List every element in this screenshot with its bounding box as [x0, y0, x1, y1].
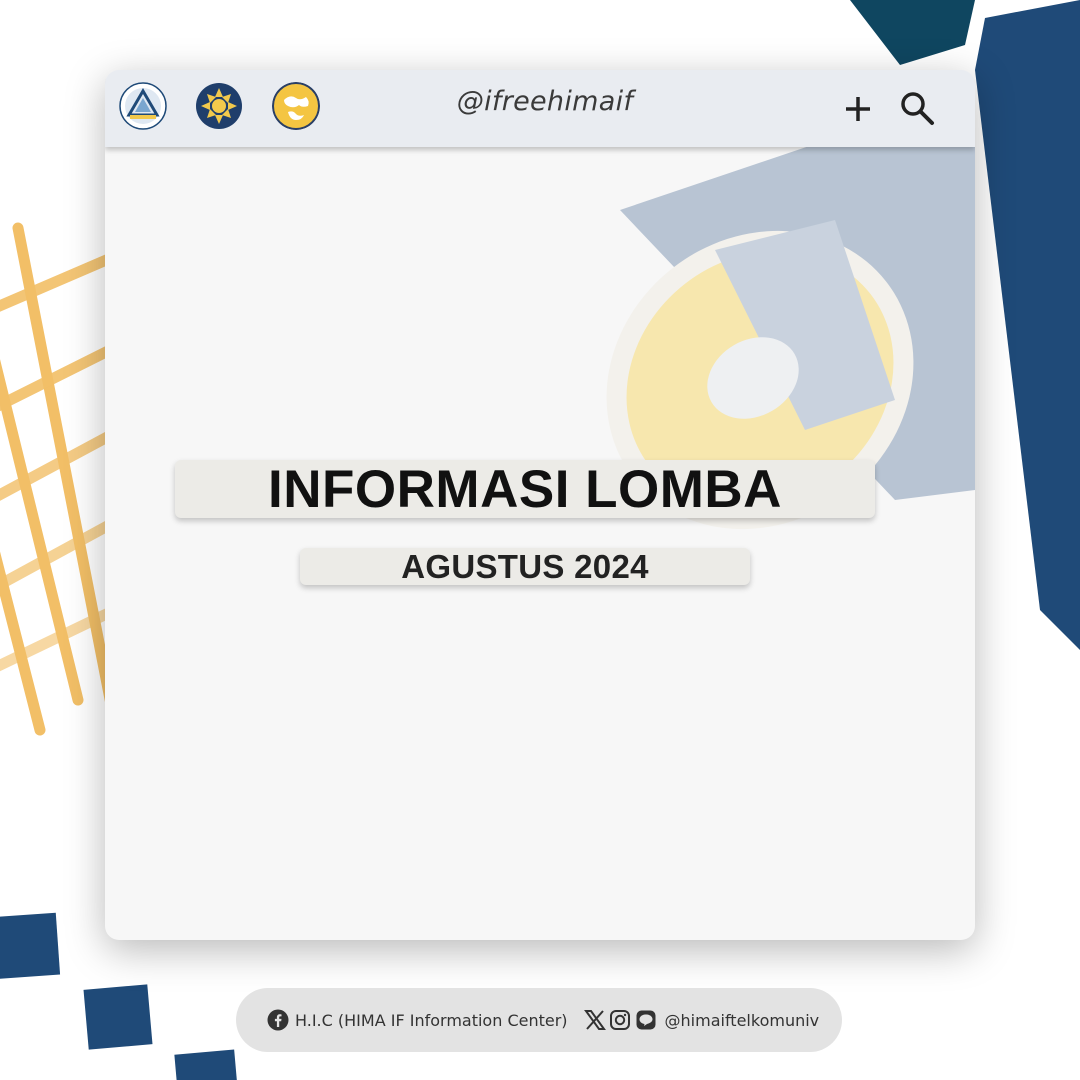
- page-title: INFORMASI LOMBA: [268, 459, 782, 519]
- page-subtitle: AGUSTUS 2024: [401, 547, 649, 585]
- account-handle: @ifreehimaif: [456, 86, 634, 117]
- org-name: H.I.C (HIMA IF Information Center): [295, 1010, 568, 1030]
- line-icon[interactable]: [635, 1009, 657, 1031]
- social-handle: @himaiftelkomuniv: [664, 1010, 820, 1030]
- title-plate: INFORMASI LOMBA: [175, 459, 875, 519]
- subtitle-plate: AGUSTUS 2024: [300, 548, 750, 585]
- navy-square: [174, 1049, 238, 1080]
- navy-shape-top: [850, 0, 975, 65]
- logo-emblem-sun: [196, 83, 242, 129]
- logo-emblem-globe: [272, 82, 320, 130]
- footer-bar: H.I.C (HIMA IF Information Center) @hima…: [236, 988, 842, 1052]
- logo-emblem-triangle: [119, 82, 167, 130]
- search-icon[interactable]: [897, 88, 937, 128]
- plus-icon[interactable]: [838, 88, 878, 128]
- navy-square: [83, 984, 153, 1050]
- navy-shape-right: [975, 0, 1080, 650]
- top-bar: @ifreehimaif: [105, 70, 975, 147]
- x-icon[interactable]: [583, 1009, 606, 1031]
- facebook-icon[interactable]: [267, 1009, 289, 1031]
- instagram-icon[interactable]: [609, 1009, 631, 1031]
- navy-square: [0, 912, 61, 980]
- app-window: @ifreehimaif INFORMASI LOMBA AGUSTUS 202…: [105, 70, 975, 940]
